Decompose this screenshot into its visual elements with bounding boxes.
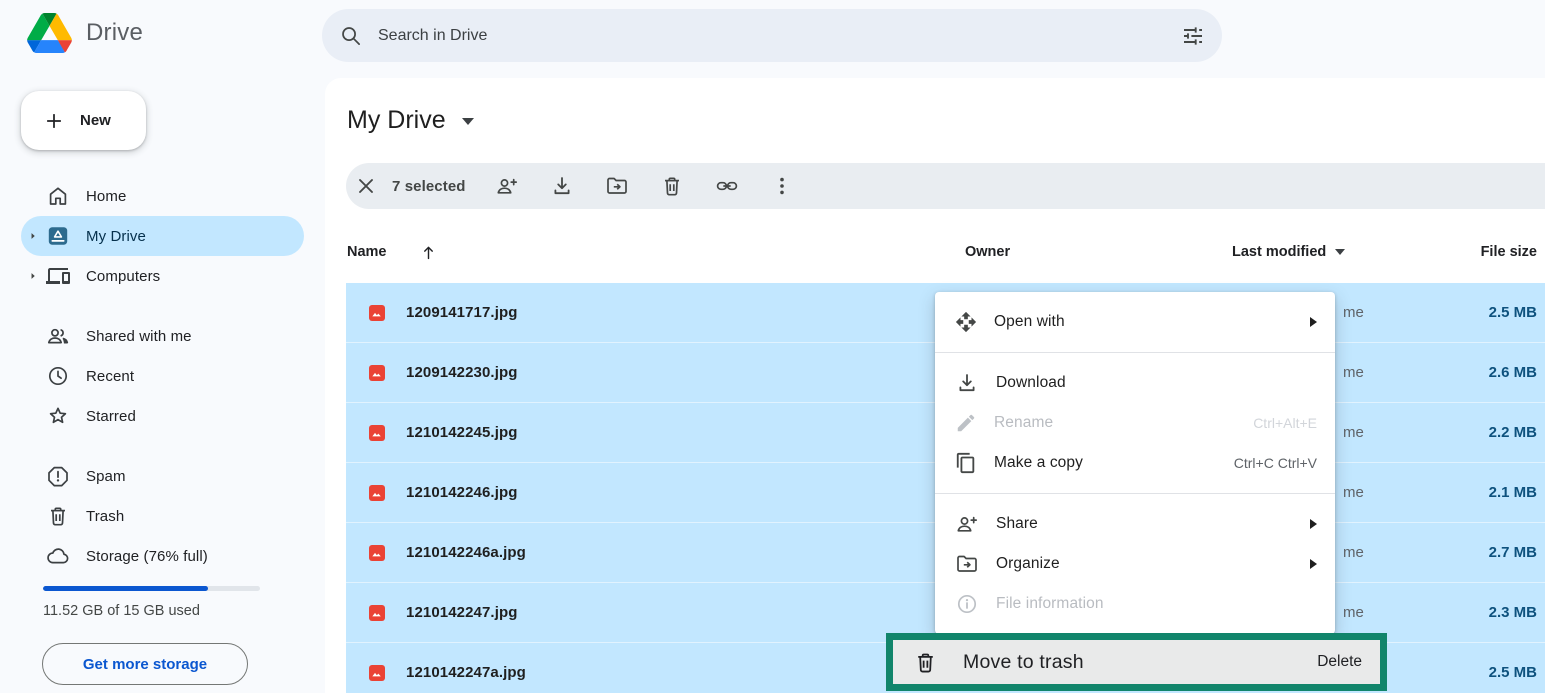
file-name: 1210142245.jpg: [406, 424, 517, 441]
menu-item-shortcut: Ctrl+Alt+E: [1253, 415, 1317, 431]
menu-item-download[interactable]: Download: [935, 363, 1335, 403]
context-menu: Open with Download Rename Ctrl+Alt+E Mak…: [935, 292, 1335, 634]
image-file-icon: [367, 483, 387, 503]
file-owner: me: [1343, 304, 1364, 321]
sidebar-item-home[interactable]: Home: [21, 176, 304, 216]
column-dropdown-caret-icon: [1335, 249, 1345, 255]
download-icon: [955, 371, 979, 395]
open-with-icon: [955, 311, 977, 333]
home-icon: [46, 184, 70, 208]
more-actions-button[interactable]: [770, 174, 794, 198]
image-file-icon: [367, 543, 387, 563]
submenu-caret-icon: [1310, 559, 1317, 569]
column-header-owner[interactable]: Owner: [965, 230, 1010, 274]
file-name: 1210142247a.jpg: [406, 664, 526, 681]
file-name: 1210142246.jpg: [406, 484, 517, 501]
menu-item-open-with[interactable]: Open with: [935, 302, 1335, 342]
file-size: 2.6 MB: [1489, 364, 1537, 381]
image-file-icon: [367, 363, 387, 383]
file-size: 2.1 MB: [1489, 484, 1537, 501]
menu-item-rename: Rename Ctrl+Alt+E: [935, 403, 1335, 443]
copy-link-button[interactable]: [715, 174, 739, 198]
app-name: Drive: [86, 19, 143, 47]
submenu-caret-icon: [1310, 317, 1317, 327]
column-header-file-size[interactable]: File size: [1481, 230, 1537, 274]
menu-item-label: Share: [996, 515, 1038, 533]
new-button[interactable]: New: [21, 91, 146, 150]
table-header: Name Owner Last modified File size: [0, 230, 1545, 274]
menu-item-label: Organize: [996, 555, 1060, 573]
menu-item-label: Rename: [994, 414, 1053, 432]
menu-item-shortcut: Ctrl+C Ctrl+V: [1234, 455, 1317, 471]
file-size: 2.5 MB: [1489, 304, 1537, 321]
file-size: 2.2 MB: [1489, 424, 1537, 441]
file-size: 2.3 MB: [1489, 604, 1537, 621]
organize-folder-icon: [955, 552, 979, 576]
selection-toolbar: 7 selected: [346, 163, 1545, 209]
search-filters-icon[interactable]: [1181, 24, 1205, 48]
menu-item-make-a-copy[interactable]: Make a copy Ctrl+C Ctrl+V: [935, 443, 1335, 483]
plus-icon: [43, 110, 65, 132]
submenu-caret-icon: [1310, 519, 1317, 529]
file-name: 1210142246a.jpg: [406, 544, 526, 561]
menu-item-organize[interactable]: Organize: [935, 544, 1335, 584]
selected-count: 7 selected: [392, 178, 466, 195]
column-header-label: Last modified: [1232, 244, 1326, 260]
image-file-icon: [367, 423, 387, 443]
file-owner: me: [1343, 484, 1364, 501]
new-button-label: New: [80, 112, 111, 129]
rename-pencil-icon: [955, 412, 977, 434]
image-file-icon: [367, 663, 387, 683]
copy-icon: [955, 452, 977, 474]
clear-selection-button[interactable]: [354, 174, 378, 198]
menu-item-shortcut: Delete: [1317, 653, 1362, 671]
menu-item-move-to-trash-highlighted[interactable]: Move to trash Delete: [886, 633, 1387, 691]
sort-ascending-icon[interactable]: [419, 230, 438, 274]
info-icon: [955, 592, 979, 616]
menu-item-label: Make a copy: [994, 454, 1083, 472]
page-title[interactable]: My Drive: [347, 103, 474, 137]
file-owner: me: [1343, 424, 1364, 441]
file-owner: me: [1343, 364, 1364, 381]
file-owner: me: [1343, 544, 1364, 561]
file-owner: me: [1343, 604, 1364, 621]
download-button[interactable]: [550, 174, 574, 198]
page-title-text: My Drive: [347, 106, 446, 135]
menu-item-label: Open with: [994, 313, 1065, 331]
image-file-icon: [367, 603, 387, 623]
search-bar[interactable]: [322, 9, 1222, 62]
menu-item-label: Download: [996, 374, 1066, 392]
title-dropdown-caret-icon: [462, 118, 474, 125]
column-header-last-modified[interactable]: Last modified: [1232, 230, 1345, 274]
menu-item-label: Move to trash: [963, 651, 1084, 674]
sidebar-item-label: Home: [86, 188, 126, 205]
google-drive-window: Drive New Home My Drive Computers: [0, 0, 1545, 693]
search-icon[interactable]: [339, 24, 362, 47]
drive-logo-icon: [27, 13, 72, 53]
share-person-add-icon: [955, 512, 979, 536]
file-name: 1209141717.jpg: [406, 304, 517, 321]
image-file-icon: [367, 303, 387, 323]
menu-item-share[interactable]: Share: [935, 504, 1335, 544]
file-name: 1209142230.jpg: [406, 364, 517, 381]
menu-item-label: File information: [996, 595, 1104, 613]
column-header-name[interactable]: Name: [347, 230, 387, 274]
file-size: 2.5 MB: [1489, 664, 1537, 681]
move-to-trash-button[interactable]: [660, 174, 684, 198]
trash-icon: [913, 650, 938, 675]
search-input[interactable]: [378, 27, 1181, 45]
menu-item-file-information: File information: [935, 584, 1335, 624]
drive-logo-row[interactable]: Drive: [27, 13, 143, 53]
move-to-folder-button[interactable]: [605, 174, 629, 198]
file-name: 1210142247.jpg: [406, 604, 517, 621]
file-size: 2.7 MB: [1489, 544, 1537, 561]
share-button[interactable]: [495, 174, 519, 198]
